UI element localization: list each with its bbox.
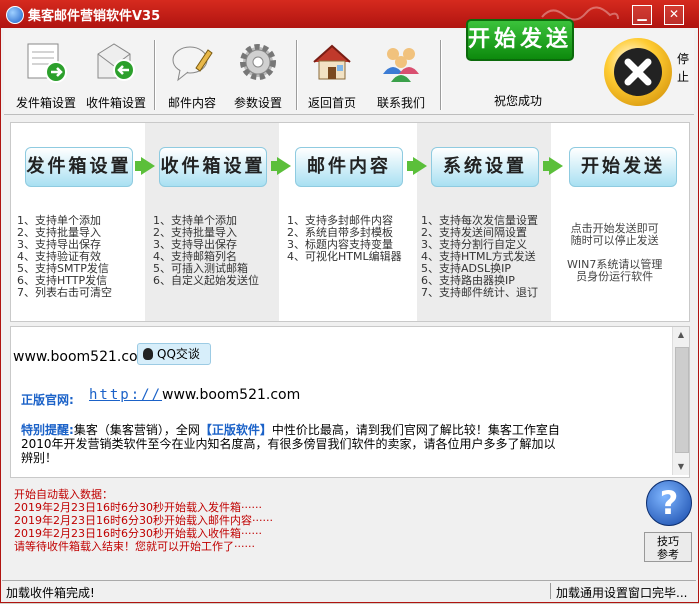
workflow-panel: 发件箱设置 收件箱设置 邮件内容 系统设置 开始发送 1、支持单个添加 2、支持… (10, 122, 690, 322)
genuine-software-keyword: 【正版软件】 (199, 423, 272, 437)
stop-button[interactable] (604, 38, 672, 106)
app-icon (6, 6, 24, 24)
flow-arrow-icon (413, 157, 427, 175)
step-outbox: 发件箱设置 (25, 147, 133, 187)
official-site-label: 正版官网: (21, 393, 74, 407)
speech-pencil-icon (172, 46, 213, 82)
reminder-label: 特别提醒: (21, 423, 74, 437)
stop-label: 停止 (677, 52, 690, 84)
status-left-text: 加载收件箱完成! (6, 586, 95, 600)
gear-icon (240, 44, 276, 80)
official-site-prefix: http:// (89, 387, 163, 403)
flow-arrow-icon (141, 157, 155, 175)
outbox-settings-label: 发件箱设置 (15, 96, 76, 110)
tips-reference-button[interactable]: 技巧 参考 (644, 532, 692, 562)
scroll-down-icon[interactable]: ▼ (673, 459, 689, 475)
return-home-button[interactable]: 返回首页 (300, 34, 364, 112)
step-system: 系统设置 (431, 147, 539, 187)
contact-us-label: 联系我们 (376, 96, 425, 110)
status-right-text: 加载通用设置窗口完毕... (556, 586, 688, 600)
special-reminder: 特别提醒:集客（集客营销），全网【正版软件】中性价比最高，请到我们官网了解比较！… (21, 423, 561, 465)
reminder-text-a: 集客（集客营销），全网 (73, 423, 200, 437)
help-question-icon[interactable]: ? (646, 480, 692, 526)
minimize-button[interactable]: ▁ (632, 5, 652, 25)
load-log: 开始自动载入数据： 2019年2月23日16时6分30秒开始载入发件箱·····… (14, 488, 273, 553)
parameter-settings-button[interactable]: 参数设置 (226, 34, 290, 112)
outbox-features: 1、支持单个添加 2、支持批量导入 3、支持导出保存 4、支持验证有效 5、支持… (17, 214, 112, 299)
people-group-icon (383, 48, 419, 82)
inbox-features: 1、支持单个添加 2、支持批量导入 3、支持导出保存 4、支持邮箱列名 5、可插… (153, 214, 259, 287)
step-inbox: 收件箱设置 (159, 147, 267, 187)
qq-penguin-icon (143, 348, 153, 360)
status-bar: 加载收件箱完成! 加载通用设置窗口完毕... (2, 580, 696, 601)
contact-us-button[interactable]: 联系我们 (368, 34, 434, 112)
flow-arrow-icon (549, 157, 563, 175)
house-icon (313, 44, 351, 80)
scroll-thumb[interactable] (675, 347, 689, 453)
status-divider (550, 583, 551, 599)
window-title: 集客邮件营销软件V35 (28, 9, 161, 24)
website-text: www.boom521.com (13, 349, 152, 365)
inbox-settings-label: 收件箱设置 (85, 96, 146, 110)
toolbar-divider (296, 40, 298, 110)
system-features: 1、支持每次发信量设置 2、支持发送间隔设置 3、支持分割行自定义 4、支持HT… (421, 214, 538, 299)
flow-arrow-icon (277, 157, 291, 175)
start-sending-button[interactable]: 开始发送 (466, 19, 574, 61)
official-site-domain: www.boom521.com (162, 387, 301, 403)
title-bar: 集客邮件营销软件V35 ▁ ✕ (0, 0, 699, 28)
content-features: 1、支持多封邮件内容 2、系统自带多封模板 3、标题内容支持变量 4、可视化HT… (287, 214, 402, 263)
step-content: 邮件内容 (295, 147, 403, 187)
start-notes: 点击开始发送即可 随时可以停止发送 WIN7系统请以管理 员身份运行软件 (567, 222, 663, 283)
inbox-envelope-icon (97, 43, 135, 81)
close-window-button[interactable]: ✕ (664, 5, 684, 25)
qq-chat-button[interactable]: QQ交谈 (137, 343, 211, 365)
toolbar-divider (154, 40, 156, 110)
official-site-link[interactable]: http://www.boom521.com (89, 387, 300, 403)
info-panel: www.boom521.com QQ交谈 正版官网: http://www.bo… (10, 326, 690, 478)
tips-reference-label: 技巧 参考 (657, 535, 679, 561)
parameter-settings-label: 参数设置 (233, 96, 282, 110)
return-home-label: 返回首页 (307, 96, 356, 110)
stop-x-icon (614, 48, 662, 96)
step-start: 开始发送 (569, 147, 677, 187)
qq-chat-label: QQ交谈 (157, 347, 200, 361)
mail-content-label: 邮件内容 (167, 96, 216, 110)
info-scrollbar[interactable]: ▲ ▼ (672, 327, 689, 475)
scroll-up-icon[interactable]: ▲ (673, 327, 689, 343)
toolbar: 发件箱设置 收件箱设置 邮件内容 参数设置 返回首页 联系我们 (4, 30, 694, 115)
toolbar-divider (440, 40, 442, 110)
outbox-settings-button[interactable]: 发件箱设置 (12, 34, 80, 112)
outbox-envelope-icon (27, 43, 67, 83)
inbox-settings-button[interactable]: 收件箱设置 (82, 34, 150, 112)
good-luck-text: 祝您成功 (493, 94, 542, 108)
mail-content-button[interactable]: 邮件内容 (160, 34, 224, 112)
